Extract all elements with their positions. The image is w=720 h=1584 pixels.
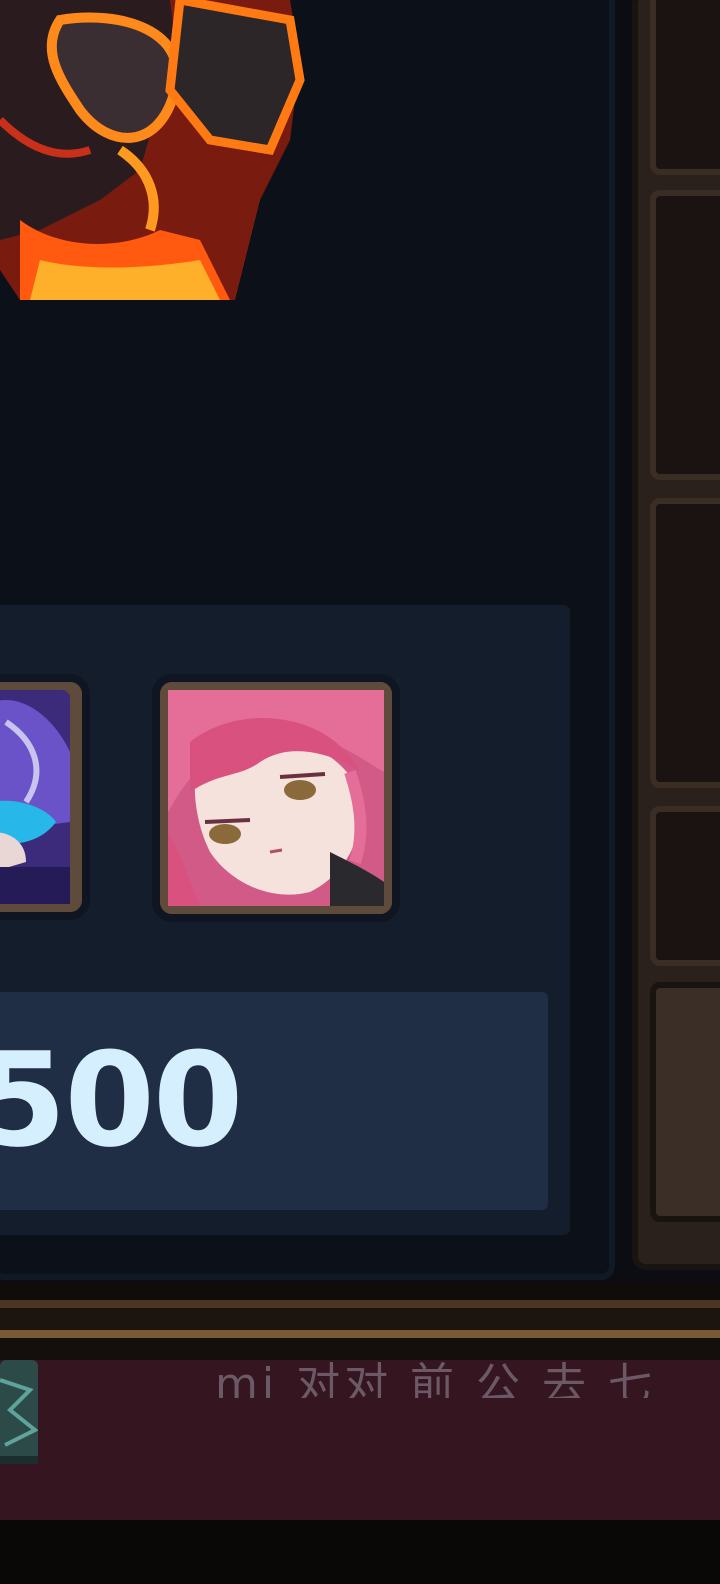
divider-line xyxy=(0,1300,720,1308)
side-tab-3[interactable] xyxy=(650,498,720,788)
side-tab-5[interactable] xyxy=(650,982,720,1222)
divider xyxy=(0,1282,720,1300)
side-tab-2[interactable] xyxy=(650,190,720,480)
character-portrait-purple-icon[interactable] xyxy=(0,682,82,912)
price-label: 500 xyxy=(0,1024,243,1176)
divider xyxy=(0,1308,720,1330)
divider-line xyxy=(0,1330,720,1338)
footer-caption: mi 对对 前 公 去 七 xyxy=(215,1359,657,1398)
fire-golem-icon xyxy=(0,0,310,310)
footer-item-icon[interactable] xyxy=(0,1360,39,1470)
side-tab-4[interactable] xyxy=(650,806,720,966)
character-portrait-pink-hair-icon[interactable] xyxy=(160,682,392,914)
side-tab-1[interactable] xyxy=(650,0,720,175)
bottom-edge xyxy=(0,1520,720,1584)
